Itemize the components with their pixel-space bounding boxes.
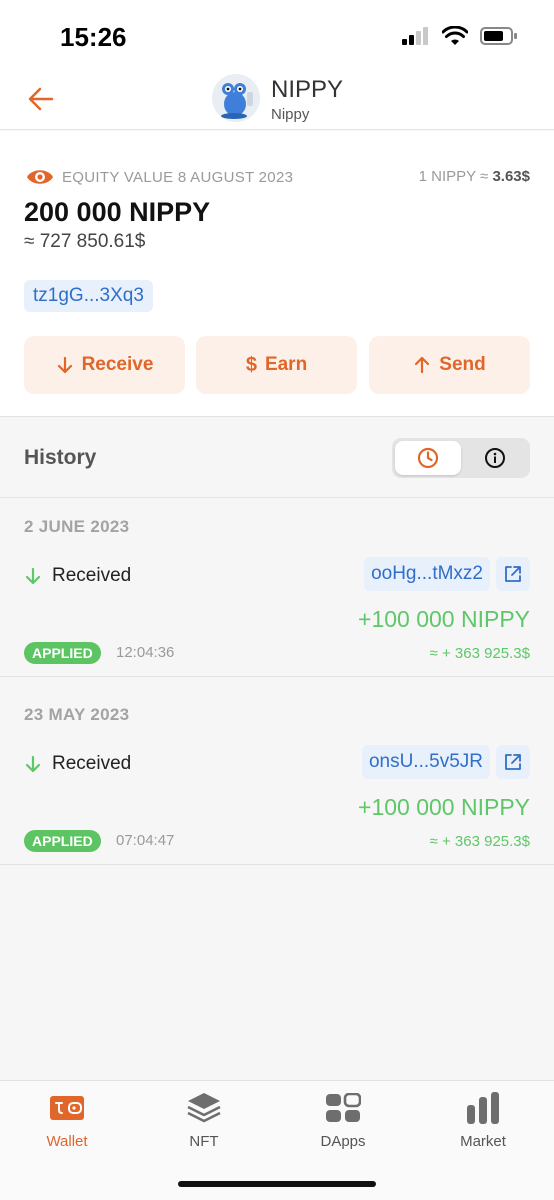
info-icon <box>485 448 505 468</box>
status-badge: APPLIED <box>24 642 101 664</box>
open-explorer-button[interactable] <box>496 745 530 779</box>
status-badge: APPLIED <box>24 830 101 852</box>
transaction-time: 07:04:47 <box>116 832 175 849</box>
transaction-hash[interactable]: onsU...5v5JR <box>361 745 490 779</box>
arrow-left-icon <box>28 87 54 111</box>
rate-prefix: 1 NIPPY ≈ <box>418 168 489 185</box>
history-date: 23 MAY 2023 <box>24 705 130 724</box>
tab-wallet-label: Wallet <box>46 1133 88 1150</box>
dapps-grid-icon <box>326 1093 361 1122</box>
token-header: NIPPY Nippy <box>0 70 554 130</box>
transaction-usd: ≈ + 363 925.3$ <box>429 645 530 662</box>
transaction-hash[interactable]: ooHg...tMxz2 <box>364 557 490 591</box>
open-explorer-button[interactable] <box>496 557 530 591</box>
external-link-icon <box>505 754 521 770</box>
wallet-icon-wrap <box>49 1091 85 1125</box>
status-time: 15:26 <box>60 22 127 52</box>
equity-label: EQUITY VALUE 8 AUGUST 2023 <box>62 168 294 186</box>
exchange-rate: 1 NIPPY ≈ 3.63$ <box>419 168 530 185</box>
token-logo <box>212 74 260 122</box>
receive-label: Receive <box>81 354 154 375</box>
wallet-icon <box>50 1096 84 1120</box>
history-view-toggle <box>392 438 530 478</box>
market-icon-wrap <box>465 1091 501 1125</box>
tab-dapps-label: DApps <box>320 1133 366 1150</box>
history-tab-button[interactable] <box>395 441 461 475</box>
tab-dapps[interactable]: DApps <box>293 1091 393 1155</box>
receive-button[interactable]: Receive <box>24 336 185 394</box>
transaction-type-label: Received <box>52 753 132 774</box>
transaction-amount: +100 000 NIPPY <box>358 606 530 632</box>
earn-label: Earn <box>264 354 308 375</box>
cellular-signal-icon <box>402 27 428 45</box>
arrow-down-icon <box>25 567 41 585</box>
transaction-usd: ≈ + 363 925.3$ <box>429 833 530 850</box>
token-subtitle: Nippy <box>271 106 310 123</box>
history-group: 23 MAY 2023 Received onsU...5v5JR +100 0… <box>0 687 554 865</box>
send-button[interactable]: Send <box>369 336 530 394</box>
transaction-type-label: Received <box>52 565 132 586</box>
balance-amount: 200 000 NIPPY <box>24 197 211 227</box>
arrow-down-icon <box>25 755 41 773</box>
arrow-down-icon <box>57 356 72 374</box>
wifi-icon <box>442 26 468 45</box>
tab-wallet[interactable]: Wallet <box>17 1091 117 1155</box>
dapps-icon-wrap <box>325 1091 361 1125</box>
history-header: History <box>0 418 554 498</box>
history-title: History <box>24 446 97 469</box>
tab-nft-label: NFT <box>189 1133 219 1150</box>
history-group: 2 JUNE 2023 Received ooHg...tMxz2 +100 0… <box>0 499 554 677</box>
battery-icon <box>480 27 517 45</box>
balance-card: EQUITY VALUE 8 AUGUST 2023 1 NIPPY ≈ 3.6… <box>0 131 554 417</box>
transaction-amount: +100 000 NIPPY <box>358 794 530 820</box>
transaction-type: Received <box>24 753 131 775</box>
balance-usd: ≈ 727 850.61$ <box>24 231 146 252</box>
transaction-time: 12:04:36 <box>116 644 175 661</box>
back-button[interactable] <box>26 84 56 114</box>
arrow-up-icon <box>415 356 430 374</box>
equity-row: EQUITY VALUE 8 AUGUST 2023 <box>26 167 293 187</box>
transaction-type: Received <box>24 565 131 587</box>
history-date: 2 JUNE 2023 <box>24 517 130 536</box>
bar-chart-icon <box>467 1092 499 1124</box>
wallet-address[interactable]: tz1gG...3Xq3 <box>24 280 153 312</box>
tab-market[interactable]: Market <box>433 1091 533 1155</box>
external-link-icon <box>505 566 521 582</box>
earn-button[interactable]: $ Earn <box>196 336 357 394</box>
rate-value: 3.63$ <box>492 168 530 185</box>
token-title: NIPPY <box>271 76 344 103</box>
dollar-icon: $ <box>245 353 257 376</box>
layers-icon <box>187 1093 221 1123</box>
clock-icon <box>417 447 439 469</box>
frog-mascot-icon <box>212 74 260 122</box>
eye-icon[interactable] <box>26 167 54 187</box>
home-indicator <box>178 1181 376 1187</box>
tab-market-label: Market <box>460 1133 506 1150</box>
layers-icon-wrap <box>186 1091 222 1125</box>
send-label: Send <box>439 354 486 375</box>
status-icons <box>402 26 518 46</box>
tab-nft[interactable]: NFT <box>154 1091 254 1155</box>
status-bar: 15:26 <box>0 0 554 70</box>
info-tab-button[interactable] <box>464 441 526 475</box>
